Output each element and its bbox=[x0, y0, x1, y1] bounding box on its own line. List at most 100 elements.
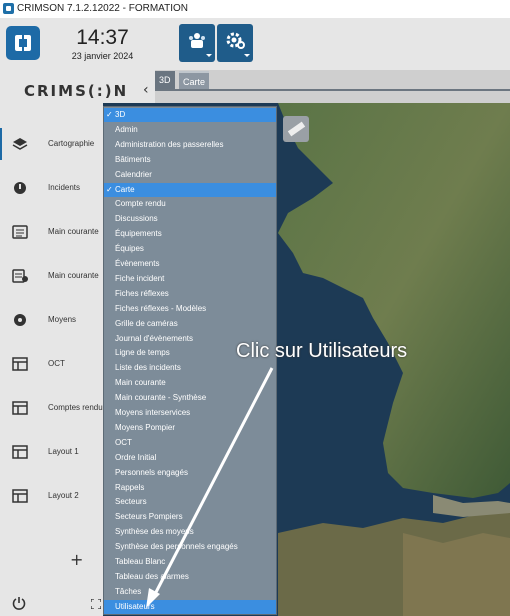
dropdown-item-label: Main courante bbox=[115, 378, 166, 388]
sidebar-item-label: Main courante bbox=[48, 271, 99, 280]
dropdown-item-label: Tableau des alarmes bbox=[115, 571, 189, 581]
dropdown-item-label: Main courante - Synthèse bbox=[115, 393, 207, 403]
add-layout-button[interactable]: + bbox=[70, 550, 83, 569]
incidents-icon bbox=[14, 182, 26, 194]
sidebar-item-main-courante-2[interactable]: Main courante bbox=[0, 254, 103, 298]
sidebar-item-moyens[interactable]: Moyens bbox=[0, 298, 103, 342]
dropdown-item[interactable]: Bâtiments bbox=[104, 153, 276, 167]
dropdown-item[interactable]: Calendrier bbox=[104, 168, 276, 182]
dropdown-item[interactable]: Administration des passerelles bbox=[104, 138, 276, 152]
dropdown-item[interactable]: Évènements bbox=[104, 257, 276, 271]
sidebar: Cartographie Incidents Main courante Mai… bbox=[0, 112, 103, 616]
dropdown-item-label: Synthèse des moyens bbox=[115, 527, 194, 537]
sidebar-item-label: Main courante bbox=[48, 227, 99, 236]
check-icon: ✓ bbox=[106, 184, 113, 194]
dropdown-item-label: Tableau Blanc bbox=[115, 557, 166, 566]
dropdown-item[interactable]: ✓ Carte bbox=[104, 182, 276, 197]
dropdown-item[interactable]: Discussions bbox=[104, 212, 276, 226]
check-icon: ✓ bbox=[106, 110, 113, 119]
measure-ruler-button[interactable] bbox=[283, 116, 309, 142]
dropdown-item[interactable]: Synthèse des personnels engagés bbox=[104, 540, 276, 554]
collapse-sidebar-button[interactable]: ‹ bbox=[143, 82, 149, 98]
app-icon bbox=[3, 3, 14, 14]
window-title: CRIMSON 7.1.2.12022 - FORMATION bbox=[17, 3, 188, 14]
dropdown-item[interactable]: Personnels engagés bbox=[104, 466, 276, 480]
dropdown-item[interactable]: Moyens Pompier bbox=[104, 421, 276, 435]
dropdown-item[interactable]: Tâches bbox=[104, 585, 276, 599]
sidebar-item-label: Comptes rendu bbox=[48, 403, 103, 412]
dropdown-item-label: Ligne de temps bbox=[115, 348, 170, 358]
dropdown-item[interactable]: Grille de caméras bbox=[104, 317, 276, 331]
sidebar-item-label: Layout 2 bbox=[48, 491, 79, 500]
dropdown-item-label: Évènements bbox=[115, 259, 160, 268]
log-alert-icon bbox=[12, 269, 28, 283]
log-icon bbox=[12, 225, 28, 239]
layout-icon bbox=[12, 357, 28, 371]
sidebar-item-main-courante[interactable]: Main courante bbox=[0, 210, 103, 254]
sidebar-item-layout-2[interactable]: Layout 2 bbox=[0, 474, 103, 518]
crimson-logo-icon[interactable] bbox=[6, 26, 40, 60]
dropdown-item-label: Compte rendu bbox=[115, 199, 166, 209]
layers-icon bbox=[12, 138, 28, 150]
sidebar-item-oct[interactable]: OCT bbox=[0, 342, 103, 386]
sidebar-item-label: OCT bbox=[48, 359, 65, 368]
layout-icon bbox=[12, 445, 28, 459]
dropdown-item-label: Utilisateurs bbox=[115, 601, 155, 611]
dropdown-item-label: Synthèse des personnels engagés bbox=[115, 542, 238, 552]
brand-logo: CRIMS(:)N bbox=[24, 82, 129, 100]
clock: 14:37 23 janvier 2024 bbox=[60, 26, 145, 62]
dropdown-item-label: Secteurs bbox=[115, 497, 147, 507]
dropdown-item[interactable]: Moyens interservices bbox=[104, 406, 276, 420]
dropdown-item[interactable]: Tableau des alarmes bbox=[104, 570, 276, 584]
settings-menu-button[interactable] bbox=[217, 24, 253, 62]
dropdown-item[interactable]: Équipes bbox=[104, 242, 276, 256]
dropdown-item[interactable]: Compte rendu bbox=[104, 197, 276, 211]
dropdown-item[interactable]: OCT bbox=[104, 436, 276, 450]
dropdown-item[interactable]: Rappels bbox=[104, 481, 276, 495]
dropdown-item[interactable]: Fiche incident bbox=[104, 272, 276, 286]
dropdown-item-label: Moyens interservices bbox=[115, 408, 191, 417]
dropdown-item[interactable]: Fiches réflexes bbox=[104, 287, 276, 301]
sidebar-item-layout-1[interactable]: Layout 1 bbox=[0, 430, 103, 474]
clock-time: 14:37 bbox=[76, 26, 129, 49]
dropdown-item-label: Personnels engagés bbox=[115, 467, 188, 477]
sidebar-item-incidents[interactable]: Incidents bbox=[0, 166, 103, 210]
tab-3d[interactable]: 3D bbox=[155, 71, 175, 89]
dropdown-item[interactable]: Secteurs bbox=[104, 495, 276, 509]
power-icon[interactable] bbox=[12, 596, 26, 610]
dropdown-item-label: Grille de caméras bbox=[115, 318, 178, 328]
dropdown-item-label: OCT bbox=[115, 437, 132, 447]
dropdown-item-label: Administration des passerelles bbox=[115, 139, 224, 149]
dropdown-item-label: Secteurs Pompiers bbox=[115, 512, 183, 522]
sidebar-item-label: Moyens bbox=[48, 315, 77, 324]
title-bar: CRIMSON 7.1.2.12022 - FORMATION bbox=[0, 0, 510, 19]
dropdown-item-label: Fiches réflexes - Modèles bbox=[115, 303, 207, 313]
dropdown-item[interactable]: Fiches réflexes - Modèles bbox=[104, 302, 276, 316]
dropdown-item[interactable]: Main courante bbox=[104, 376, 276, 390]
layout-icon bbox=[12, 401, 28, 415]
dropdown-item[interactable]: Utilisateurs bbox=[104, 599, 276, 614]
sidebar-item-label: Layout 1 bbox=[48, 447, 79, 456]
dropdown-item-label: Calendrier bbox=[115, 169, 152, 179]
dropdown-item[interactable]: Secteurs Pompiers bbox=[104, 510, 276, 524]
dropdown-item-label: Moyens Pompier bbox=[115, 422, 176, 432]
dropdown-item-label: Ordre Initial bbox=[115, 452, 157, 462]
dropdown-item[interactable]: ✓ 3D bbox=[104, 108, 276, 122]
users-menu-button[interactable] bbox=[179, 24, 215, 62]
dropdown-item[interactable]: Admin bbox=[104, 123, 276, 137]
users-icon bbox=[189, 33, 205, 48]
dropdown-item[interactable]: Liste des incidents bbox=[104, 361, 276, 375]
dropdown-item[interactable]: Équipements bbox=[104, 227, 276, 241]
sidebar-item-label: Cartographie bbox=[48, 139, 95, 148]
dropdown-item[interactable]: Synthèse des moyens bbox=[104, 525, 276, 539]
dropdown-item-label: Journal d'évènements bbox=[115, 333, 194, 343]
fullscreen-icon[interactable] bbox=[91, 599, 101, 609]
dropdown-item[interactable]: Tableau Blanc bbox=[104, 555, 276, 569]
dropdown-item-label: Tâches bbox=[115, 586, 142, 596]
sidebar-item-comptes-rendu[interactable]: Comptes rendu bbox=[0, 386, 103, 430]
dropdown-item[interactable]: Main courante - Synthèse bbox=[104, 391, 276, 405]
dropdown-item[interactable]: Ordre Initial bbox=[104, 451, 276, 465]
sidebar-item-label: Incidents bbox=[48, 183, 81, 192]
tab-carte[interactable]: Carte bbox=[179, 71, 210, 91]
sidebar-item-cartographie[interactable]: Cartographie bbox=[0, 122, 103, 166]
